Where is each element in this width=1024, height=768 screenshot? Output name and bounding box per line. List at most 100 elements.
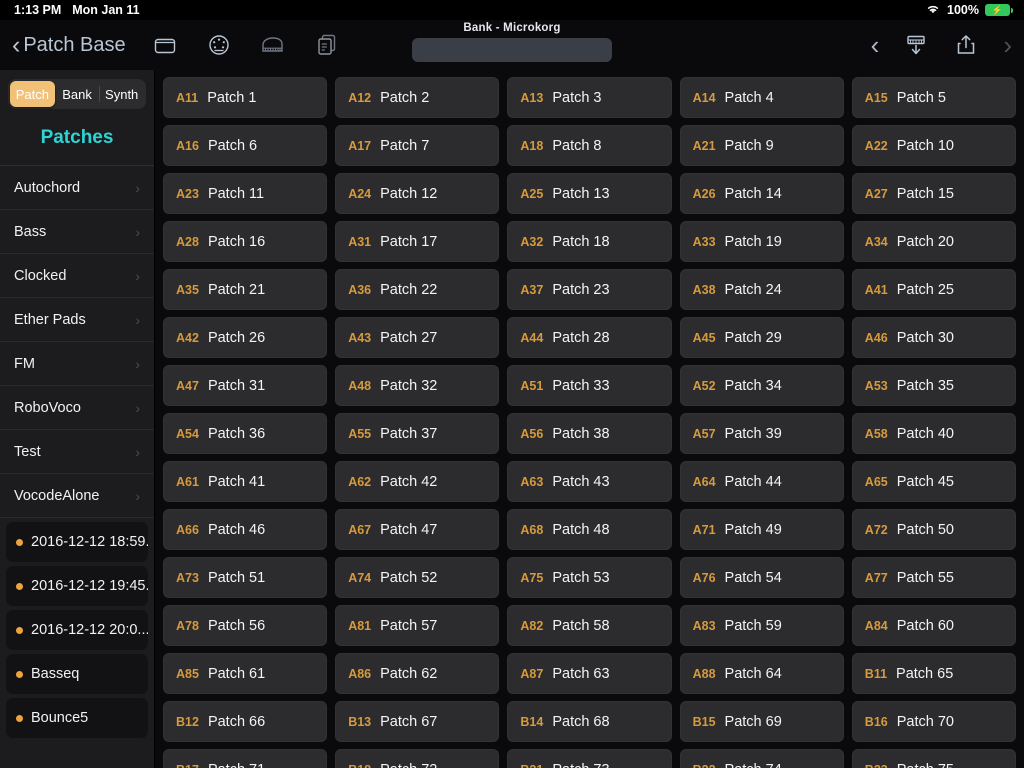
patch-cell[interactable]: B12 Patch 66 bbox=[163, 701, 328, 742]
back-button[interactable]: ‹ Patch Base bbox=[12, 32, 126, 58]
patch-cell[interactable]: A46 Patch 30 bbox=[851, 317, 1016, 358]
sidebar-file-item[interactable]: Bounce5 bbox=[6, 698, 148, 738]
patch-cell[interactable]: A27 Patch 15 bbox=[851, 173, 1016, 214]
sidebar-group-row[interactable]: Autochord › bbox=[0, 166, 154, 210]
segment-bank[interactable]: Bank bbox=[55, 81, 100, 107]
patch-grid-area[interactable]: A11 Patch 1 A12 Patch 2 A13 Patch 3 A14 Patch 4… bbox=[155, 70, 1024, 768]
patch-cell[interactable]: A88 Patch 64 bbox=[679, 653, 844, 694]
view-mode-segmented-control[interactable]: Patch Bank Synth bbox=[8, 79, 146, 109]
patch-cell[interactable]: A21 Patch 9 bbox=[679, 125, 844, 166]
patch-cell[interactable]: A15 Patch 5 bbox=[851, 77, 1016, 118]
search-input[interactable] bbox=[412, 38, 612, 62]
patch-cell[interactable]: A48 Patch 32 bbox=[335, 365, 500, 406]
patch-cell[interactable]: A14 Patch 4 bbox=[679, 77, 844, 118]
sidebar-group-row[interactable]: Clocked › bbox=[0, 254, 154, 298]
patch-cell[interactable]: A75 Patch 53 bbox=[507, 557, 672, 598]
patch-cell[interactable]: A81 Patch 57 bbox=[335, 605, 500, 646]
patch-cell[interactable]: A63 Patch 43 bbox=[507, 461, 672, 502]
patch-cell[interactable]: A43 Patch 27 bbox=[335, 317, 500, 358]
patch-cell[interactable]: B15 Patch 69 bbox=[679, 701, 844, 742]
sidebar-group-row[interactable]: RoboVoco › bbox=[0, 386, 154, 430]
patch-cell[interactable]: A32 Patch 18 bbox=[507, 221, 672, 262]
patch-cell[interactable]: A17 Patch 7 bbox=[335, 125, 500, 166]
patch-cell[interactable]: A86 Patch 62 bbox=[335, 653, 500, 694]
download-to-synth-icon[interactable] bbox=[903, 32, 929, 58]
sidebar-file-item[interactable]: 2016-12-12 19:45... bbox=[6, 566, 148, 606]
patch-cell[interactable]: A74 Patch 52 bbox=[335, 557, 500, 598]
patch-cell[interactable]: A87 Patch 63 bbox=[507, 653, 672, 694]
patch-cell[interactable]: A85 Patch 61 bbox=[163, 653, 328, 694]
patch-cell[interactable]: B18 Patch 72 bbox=[335, 749, 500, 768]
patch-cell[interactable]: A47 Patch 31 bbox=[163, 365, 328, 406]
patch-cell[interactable]: A76 Patch 54 bbox=[679, 557, 844, 598]
patch-cell[interactable]: B22 Patch 74 bbox=[679, 749, 844, 768]
segment-synth[interactable]: Synth bbox=[99, 81, 144, 107]
patch-cell[interactable]: A23 Patch 11 bbox=[163, 173, 328, 214]
patch-cell[interactable]: A35 Patch 21 bbox=[163, 269, 328, 310]
patch-cell[interactable]: A45 Patch 29 bbox=[679, 317, 844, 358]
patch-cell[interactable]: B11 Patch 65 bbox=[851, 653, 1016, 694]
patch-cell[interactable]: A24 Patch 12 bbox=[335, 173, 500, 214]
patch-cell[interactable]: A26 Patch 14 bbox=[679, 173, 844, 214]
patch-cell[interactable]: A53 Patch 35 bbox=[851, 365, 1016, 406]
sidebar-file-item[interactable]: 2016-12-12 18:59... bbox=[6, 522, 148, 562]
patch-cell[interactable]: A44 Patch 28 bbox=[507, 317, 672, 358]
sidebar-file-item[interactable]: 2016-12-12 20:0... bbox=[6, 610, 148, 650]
patch-cell[interactable]: A11 Patch 1 bbox=[163, 77, 328, 118]
patch-cell[interactable]: B16 Patch 70 bbox=[851, 701, 1016, 742]
patch-cell[interactable]: A71 Patch 49 bbox=[679, 509, 844, 550]
piano-keyboard-icon[interactable] bbox=[260, 32, 286, 58]
midi-connector-icon[interactable] bbox=[206, 32, 232, 58]
sidebar-group-row[interactable]: VocodeAlone › bbox=[0, 474, 154, 518]
patch-cell[interactable]: A68 Patch 48 bbox=[507, 509, 672, 550]
patch-cell[interactable]: A52 Patch 34 bbox=[679, 365, 844, 406]
patch-cell[interactable]: A31 Patch 17 bbox=[335, 221, 500, 262]
patch-cell[interactable]: A36 Patch 22 bbox=[335, 269, 500, 310]
patch-cell[interactable]: A65 Patch 45 bbox=[851, 461, 1016, 502]
patch-cell[interactable]: A33 Patch 19 bbox=[679, 221, 844, 262]
patch-cell[interactable]: A67 Patch 47 bbox=[335, 509, 500, 550]
patch-cell[interactable]: A42 Patch 26 bbox=[163, 317, 328, 358]
sidebar-file-item[interactable]: Basseq bbox=[6, 654, 148, 694]
patch-cell[interactable]: A64 Patch 44 bbox=[679, 461, 844, 502]
patch-cell[interactable]: A41 Patch 25 bbox=[851, 269, 1016, 310]
patch-cell[interactable]: A83 Patch 59 bbox=[679, 605, 844, 646]
patch-cell[interactable]: A82 Patch 58 bbox=[507, 605, 672, 646]
patch-cell[interactable]: A16 Patch 6 bbox=[163, 125, 328, 166]
patch-cell[interactable]: A25 Patch 13 bbox=[507, 173, 672, 214]
patch-cell[interactable]: A37 Patch 23 bbox=[507, 269, 672, 310]
patch-cell[interactable]: A72 Patch 50 bbox=[851, 509, 1016, 550]
segment-patch[interactable]: Patch bbox=[10, 81, 55, 107]
patch-cell[interactable]: B21 Patch 73 bbox=[507, 749, 672, 768]
patch-cell[interactable]: A84 Patch 60 bbox=[851, 605, 1016, 646]
patch-cell[interactable]: A22 Patch 10 bbox=[851, 125, 1016, 166]
patch-cell[interactable]: A13 Patch 3 bbox=[507, 77, 672, 118]
share-icon[interactable] bbox=[953, 32, 979, 58]
patch-cell[interactable]: B13 Patch 67 bbox=[335, 701, 500, 742]
sidebar-group-row[interactable]: Test › bbox=[0, 430, 154, 474]
patch-cell[interactable]: B23 Patch 75 bbox=[851, 749, 1016, 768]
patch-cell[interactable]: A66 Patch 46 bbox=[163, 509, 328, 550]
patch-cell[interactable]: A54 Patch 36 bbox=[163, 413, 328, 454]
patch-cell[interactable]: A18 Patch 8 bbox=[507, 125, 672, 166]
patch-cell[interactable]: B17 Patch 71 bbox=[163, 749, 328, 768]
duplicate-document-icon[interactable] bbox=[314, 32, 340, 58]
patch-cell[interactable]: A12 Patch 2 bbox=[335, 77, 500, 118]
patch-cell[interactable]: A58 Patch 40 bbox=[851, 413, 1016, 454]
patch-cell[interactable]: A51 Patch 33 bbox=[507, 365, 672, 406]
patch-cell[interactable]: A61 Patch 41 bbox=[163, 461, 328, 502]
patch-cell[interactable]: A78 Patch 56 bbox=[163, 605, 328, 646]
sidebar-group-row[interactable]: Ether Pads › bbox=[0, 298, 154, 342]
sidebar-group-row[interactable]: FM › bbox=[0, 342, 154, 386]
patch-cell[interactable]: A28 Patch 16 bbox=[163, 221, 328, 262]
patch-cell[interactable]: A62 Patch 42 bbox=[335, 461, 500, 502]
patch-cell[interactable]: A57 Patch 39 bbox=[679, 413, 844, 454]
patch-cell[interactable]: A34 Patch 20 bbox=[851, 221, 1016, 262]
patch-cell[interactable]: A73 Patch 51 bbox=[163, 557, 328, 598]
patch-cell[interactable]: A55 Patch 37 bbox=[335, 413, 500, 454]
sidebar-toggle-icon[interactable] bbox=[152, 32, 178, 58]
patch-cell[interactable]: A56 Patch 38 bbox=[507, 413, 672, 454]
patch-cell[interactable]: B14 Patch 68 bbox=[507, 701, 672, 742]
previous-bank-button[interactable]: ‹ bbox=[871, 32, 880, 58]
sidebar-group-row[interactable]: Bass › bbox=[0, 210, 154, 254]
